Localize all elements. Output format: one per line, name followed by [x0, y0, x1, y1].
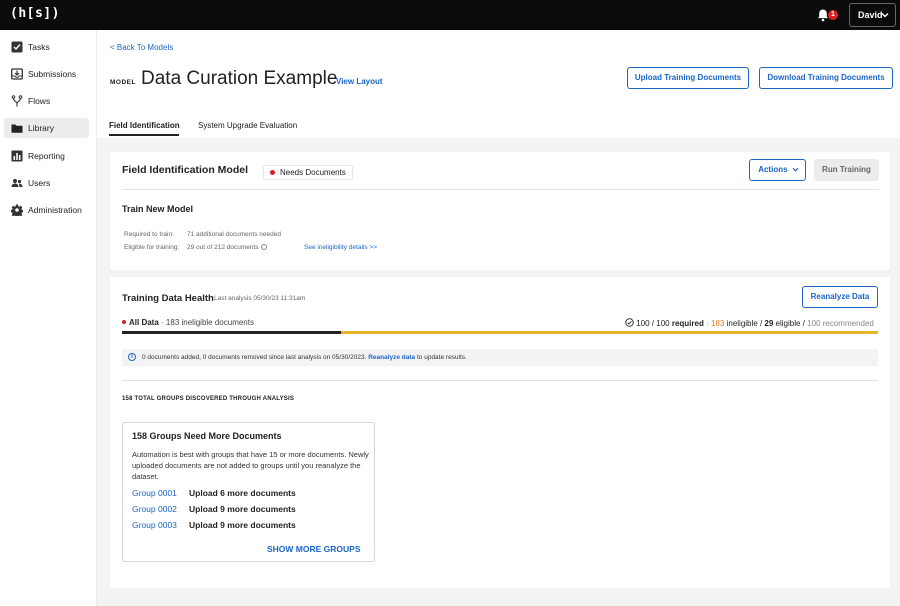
page-title: Data Curation Example [141, 68, 338, 89]
required-to-train-value: 71 additional documents needed [187, 231, 281, 238]
top-bar: (h[s]) 1 David [0, 0, 900, 30]
app-logo[interactable]: (h[s]) [10, 6, 60, 21]
sidebar-item-submissions[interactable]: Submissions [4, 64, 89, 84]
status-text: Needs Documents [280, 168, 346, 177]
inbox-icon [11, 68, 23, 80]
tab-system-upgrade-evaluation[interactable]: System Upgrade Evaluation [198, 121, 297, 130]
eligible-word: eligible / [775, 319, 805, 328]
field-identification-model-card: Field Identification Model Needs Documen… [110, 152, 890, 270]
sidebar-item-label: Flows [28, 96, 51, 106]
run-training-button[interactable]: Run Training [814, 159, 879, 181]
group-message: Upload 9 more documents [189, 520, 296, 530]
sidebar-item-label: Submissions [28, 69, 77, 79]
status-badge: Needs Documents [263, 165, 353, 180]
eligible-value-text: 29 out of 212 documents [187, 244, 259, 251]
groups-description: Automation is best with groups that have… [132, 450, 369, 481]
recommended-count: 100 recommended [807, 319, 874, 328]
all-data-label: All Data [129, 318, 159, 327]
tab-field-identification[interactable]: Field Identification [109, 121, 180, 130]
sidebar-item-label: Users [28, 178, 51, 188]
view-layout-link[interactable]: View Layout [336, 77, 383, 86]
sidebar-item-tasks[interactable]: Tasks [4, 37, 89, 57]
divider [122, 189, 879, 190]
group-row: Group 0002 Upload 9 more documents [132, 504, 296, 514]
status-dot-icon [270, 170, 275, 175]
actions-label: Actions [758, 165, 788, 174]
folder-icon [11, 124, 23, 133]
separator: · [706, 319, 709, 328]
actions-button[interactable]: Actions [749, 159, 806, 181]
train-new-model-title: Train New Model [122, 204, 194, 214]
group-message: Upload 6 more documents [189, 488, 296, 498]
notification-badge: 1 [828, 10, 838, 20]
back-to-models-link[interactable]: < Back To Models [110, 43, 173, 52]
progress-fill [122, 331, 342, 334]
group-link[interactable]: Group 0001 [132, 488, 177, 498]
required-to-train-label: Required to train: [124, 231, 174, 238]
user-name: David [858, 10, 883, 20]
users-icon [11, 179, 23, 187]
sidebar-item-reporting[interactable]: Reporting [4, 146, 89, 166]
gear-icon [11, 204, 23, 216]
sidebar-item-label: Administration [28, 205, 82, 215]
chevron-down-icon [792, 167, 799, 172]
see-ineligibility-details-link[interactable]: See ineligibility details >> [304, 244, 377, 251]
group-link[interactable]: Group 0003 [132, 520, 177, 530]
group-row: Group 0003 Upload 9 more documents [132, 520, 296, 530]
ineligible-count: 183 [711, 319, 725, 328]
status-dot-icon [122, 320, 126, 324]
sidebar-item-administration[interactable]: Administration [4, 200, 89, 220]
sidebar-item-flows[interactable]: Flows [4, 91, 89, 111]
flow-icon [11, 95, 23, 107]
info-icon[interactable] [260, 244, 267, 250]
sidebar-item-label: Tasks [28, 42, 50, 52]
sidebar-item-label: Reporting [28, 151, 65, 161]
groups-card: 158 Groups Need More Documents Automatio… [122, 422, 375, 562]
group-link[interactable]: Group 0002 [132, 504, 177, 514]
bar-chart-icon [11, 150, 23, 162]
training-stats: 100 / 100 required · 183 ineligible / 29… [625, 318, 874, 328]
info-icon: i [128, 353, 136, 361]
sidebar-item-label: Library [28, 123, 54, 133]
user-menu-button[interactable]: David [849, 3, 896, 27]
required-word: required [671, 319, 704, 328]
ineligible-word: ineligible / [726, 319, 763, 328]
eligible-count: 29 [764, 319, 774, 328]
group-message: Upload 9 more documents [189, 504, 296, 514]
groups-card-title: 158 Groups Need More Documents [132, 431, 282, 441]
card-title: Field Identification Model [122, 164, 248, 176]
reanalyze-data-link[interactable]: Reanalyze data [368, 354, 415, 361]
reanalyze-data-button[interactable]: Reanalyze Data [802, 286, 878, 308]
ineligible-documents-text: · 183 ineligible documents [161, 318, 254, 327]
groups-heading: 158 TOTAL GROUPS DISCOVERED THROUGH ANAL… [122, 396, 295, 402]
training-data-health-title: Training Data Health [122, 293, 214, 304]
divider [122, 380, 878, 381]
download-training-documents-button[interactable]: Download Training Documents [759, 67, 893, 89]
banner-suffix: to update results. [416, 354, 467, 361]
all-data-summary: All Data · 183 ineligible documents [122, 318, 254, 327]
info-banner: i 0 documents added, 0 documents removed… [122, 349, 878, 366]
last-analysis-time: Last analysis 05/30/23 11:31am [214, 295, 306, 302]
model-tag: MODEL [110, 79, 136, 86]
show-more-groups-link[interactable]: SHOW MORE GROUPS [267, 544, 361, 554]
group-row: Group 0001 Upload 6 more documents [132, 488, 296, 498]
sidebar-item-users[interactable]: Users [4, 173, 89, 193]
page-header: < Back To Models MODEL Data Curation Exa… [97, 30, 900, 138]
eligible-for-training-label: Eligible for training: [124, 244, 180, 251]
chevron-down-icon [881, 13, 889, 18]
check-circle-icon [625, 318, 634, 327]
checkbox-icon [11, 41, 23, 53]
sidebar-item-library[interactable]: Library [4, 118, 89, 138]
training-progress-bar [122, 331, 878, 334]
sidebar: Tasks Submissions Flows Library Reportin… [0, 30, 97, 606]
required-count: 100 / 100 [636, 319, 670, 328]
active-tab-indicator [109, 134, 179, 136]
upload-training-documents-button[interactable]: Upload Training Documents [627, 67, 749, 89]
banner-text: 0 documents added, 0 documents removed s… [142, 354, 367, 361]
eligible-for-training-value: 29 out of 212 documents [187, 244, 267, 251]
